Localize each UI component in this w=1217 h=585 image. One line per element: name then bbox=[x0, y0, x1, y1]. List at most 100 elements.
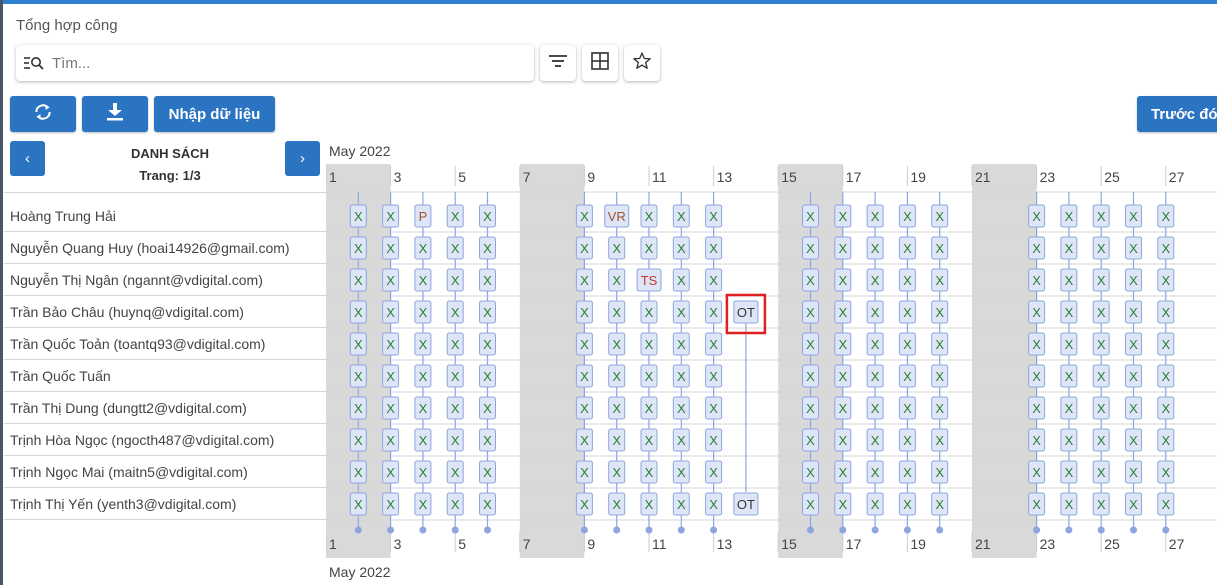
attendance-code: X bbox=[709, 209, 718, 224]
employee-row[interactable]: Nguyễn Thị Ngân (ngannt@vdigital.com) bbox=[4, 264, 326, 296]
filter-button[interactable] bbox=[540, 45, 576, 81]
attendance-code: X bbox=[806, 401, 815, 416]
attendance-code: X bbox=[935, 401, 944, 416]
day-label: 1 bbox=[329, 536, 337, 552]
day-connector-dot bbox=[451, 526, 459, 534]
attendance-code: X bbox=[419, 433, 428, 448]
month-label: May 2022 bbox=[329, 564, 391, 580]
attendance-code: X bbox=[1065, 337, 1074, 352]
employee-row[interactable]: Nguyễn Quang Huy (hoai14926@gmail.com) bbox=[4, 232, 326, 264]
employee-row[interactable]: Hoàng Trung Hải bbox=[4, 200, 326, 232]
attendance-code: X bbox=[677, 369, 686, 384]
refresh-button[interactable] bbox=[10, 96, 76, 132]
list-next-page-button[interactable]: › bbox=[285, 141, 320, 176]
day-connector-dot bbox=[1130, 526, 1137, 534]
day-connector-dot bbox=[839, 526, 847, 534]
search-box[interactable] bbox=[16, 45, 534, 81]
attendance-code: X bbox=[806, 433, 815, 448]
attendance-code: X bbox=[612, 465, 621, 480]
attendance-code: X bbox=[709, 241, 718, 256]
attendance-code: X bbox=[612, 241, 621, 256]
attendance-code: X bbox=[838, 209, 847, 224]
attendance-code: X bbox=[935, 241, 944, 256]
attendance-code: X bbox=[1129, 497, 1138, 512]
day-label: 19 bbox=[910, 169, 926, 185]
employee-row[interactable]: Trần Bảo Châu (huynq@vdigital.com) bbox=[4, 296, 326, 328]
attendance-code: X bbox=[838, 497, 847, 512]
attendance-code: X bbox=[709, 305, 718, 320]
employee-row[interactable]: Trần Quốc Tuấn bbox=[4, 360, 326, 392]
list-prev-page-button[interactable]: ‹ bbox=[10, 141, 45, 176]
employee-row[interactable]: Trịnh Hòa Ngọc (ngocth487@vdigital.com) bbox=[4, 424, 326, 456]
day-label: 17 bbox=[846, 169, 862, 185]
attendance-code: X bbox=[806, 305, 815, 320]
employee-row[interactable]: Trịnh Thị Yến (yenth3@vdigital.com) bbox=[4, 488, 326, 520]
attendance-code: X bbox=[483, 273, 492, 288]
day-label: 9 bbox=[587, 536, 595, 552]
favorite-button[interactable] bbox=[624, 45, 660, 81]
attendance-code: X bbox=[1065, 401, 1074, 416]
attendance-code: X bbox=[451, 497, 460, 512]
attendance-code: X bbox=[483, 305, 492, 320]
employee-row[interactable]: Trần Thị Dung (dungtt2@vdigital.com) bbox=[4, 392, 326, 424]
attendance-code: X bbox=[386, 305, 395, 320]
weekend-shade bbox=[519, 164, 585, 558]
attendance-code: X bbox=[1097, 241, 1106, 256]
attendance-code: X bbox=[871, 465, 880, 480]
attendance-code: X bbox=[580, 337, 589, 352]
attendance-code: X bbox=[419, 369, 428, 384]
attendance-code: X bbox=[1097, 273, 1106, 288]
attendance-code: X bbox=[1065, 241, 1074, 256]
attendance-code: X bbox=[1161, 369, 1170, 384]
attendance-code: X bbox=[871, 401, 880, 416]
import-data-button[interactable]: Nhập dữ liệu bbox=[154, 96, 275, 132]
attendance-code: X bbox=[677, 337, 686, 352]
day-label: 17 bbox=[846, 536, 862, 552]
attendance-code: X bbox=[354, 209, 363, 224]
attendance-code: X bbox=[386, 273, 395, 288]
day-connector-dot bbox=[613, 526, 621, 534]
grid-view-button[interactable] bbox=[582, 45, 618, 81]
attendance-code: X bbox=[645, 305, 654, 320]
day-label: 5 bbox=[458, 169, 466, 185]
attendance-code: X bbox=[1161, 465, 1170, 480]
search-input[interactable] bbox=[52, 54, 512, 72]
attendance-code: X bbox=[903, 209, 912, 224]
download-button[interactable] bbox=[82, 96, 148, 132]
attendance-code: OT bbox=[737, 497, 755, 512]
grid-view-icon bbox=[591, 51, 609, 75]
day-label: 3 bbox=[394, 169, 402, 185]
day-connector-dot bbox=[1097, 526, 1105, 534]
day-connector-dot bbox=[903, 526, 911, 534]
attendance-code: X bbox=[645, 401, 654, 416]
attendance-code: X bbox=[806, 497, 815, 512]
day-connector-dot bbox=[419, 526, 427, 534]
day-label: 7 bbox=[523, 536, 531, 552]
attendance-code: X bbox=[871, 209, 880, 224]
attendance-code: X bbox=[386, 433, 395, 448]
attendance-code: X bbox=[1065, 305, 1074, 320]
attendance-code: X bbox=[903, 273, 912, 288]
page-title: Tổng hợp công bbox=[16, 17, 118, 34]
attendance-code: X bbox=[871, 241, 880, 256]
attendance-code: X bbox=[451, 433, 460, 448]
attendance-code: X bbox=[806, 273, 815, 288]
attendance-code: X bbox=[1161, 401, 1170, 416]
attendance-code: X bbox=[677, 465, 686, 480]
list-header-divider bbox=[4, 192, 326, 193]
attendance-code: X bbox=[903, 369, 912, 384]
attendance-code: X bbox=[354, 369, 363, 384]
attendance-code: X bbox=[1129, 433, 1138, 448]
day-connector-dot bbox=[1162, 526, 1170, 534]
attendance-code: X bbox=[354, 305, 363, 320]
attendance-code: X bbox=[1129, 465, 1138, 480]
attendance-code: X bbox=[677, 273, 686, 288]
attendance-code: X bbox=[677, 401, 686, 416]
previous-button[interactable]: Trước đó bbox=[1137, 96, 1217, 132]
attendance-code: X bbox=[838, 401, 847, 416]
attendance-code: X bbox=[386, 241, 395, 256]
attendance-code: X bbox=[1097, 369, 1106, 384]
day-connector-dot bbox=[645, 526, 653, 534]
employee-row[interactable]: Trịnh Ngọc Mai (maitn5@vdigital.com) bbox=[4, 456, 326, 488]
employee-row[interactable]: Trần Quốc Toản (toantq93@vdigital.com) bbox=[4, 328, 326, 360]
